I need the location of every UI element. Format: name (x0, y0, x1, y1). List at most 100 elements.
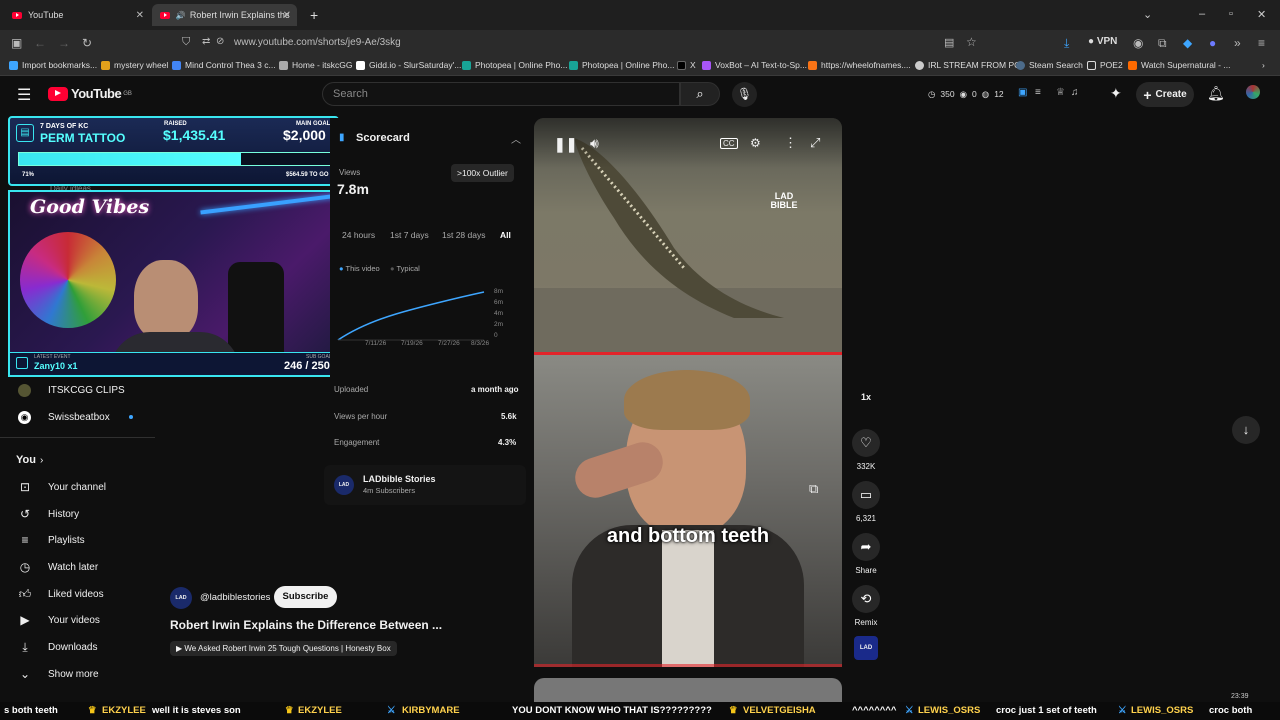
bookmark-star-icon[interactable]: ☆ (966, 35, 977, 49)
new-tab-button[interactable]: + (302, 4, 322, 26)
minimize-icon[interactable]: – (1199, 8, 1205, 20)
shield-icon[interactable]: ⛉ (182, 36, 190, 49)
settings-gear-icon[interactable]: ⚙ (750, 136, 761, 150)
extension-list-icon[interactable]: ≡ (1035, 87, 1041, 98)
close-tab-icon[interactable]: ✕ (136, 10, 144, 21)
channel-avatar (18, 383, 31, 397)
bookmark-item[interactable]: Photopea | Online Pho... (569, 60, 674, 70)
channel-thumbnail-button[interactable]: LAD (852, 636, 880, 660)
reader-view-icon[interactable]: ▤ (944, 36, 954, 49)
avatar[interactable] (1246, 85, 1260, 99)
sidebar-item-your-channel[interactable]: ⊡ Your channel (0, 474, 155, 500)
bookmark-item[interactable]: Photopea | Online Pho... (462, 60, 567, 70)
sidebar-item-liked-videos[interactable]: 👍︎ Liked videos (0, 581, 155, 607)
short-video-robert-frame[interactable]: and bottom teeth ⧉ (534, 355, 842, 667)
forward-icon[interactable]: → (58, 36, 70, 50)
sidebar-item-watch-later[interactable]: ◷ Watch later (0, 554, 155, 580)
close-window-icon[interactable]: ✕ (1257, 8, 1266, 21)
bookmark-item[interactable]: Home - itskcGG (279, 60, 352, 70)
bell-small-icon[interactable]: ♫ (1071, 87, 1079, 98)
collapse-icon[interactable]: ︿ (511, 131, 521, 146)
youtube-logo[interactable]: YouTube GB (48, 86, 132, 101)
account-icon[interactable]: ◉ (1133, 36, 1143, 50)
range-tab-7d[interactable]: 1st 7 days (390, 230, 429, 240)
fullscreen-icon[interactable]: ⤢ (810, 135, 820, 151)
channel-card[interactable] (324, 465, 526, 505)
volume-icon[interactable]: 🔊︎ (590, 135, 599, 152)
bookmark-item[interactable]: Watch Supernatural - ... (1128, 60, 1230, 70)
tab-list-icon[interactable]: ⌄ (1143, 8, 1152, 21)
sidebar-item-downloads[interactable]: ⤓ Downloads (0, 634, 155, 660)
related-video-chip[interactable]: ▶ We Asked Robert Irwin 25 Tough Questio… (170, 641, 397, 656)
sidebar-toggle-icon[interactable]: ▣ (11, 36, 22, 50)
sparkle-icon[interactable]: ✦ (1110, 85, 1122, 102)
range-tab-24h[interactable]: 24 hours (342, 230, 375, 240)
back-icon[interactable]: ← (34, 36, 46, 50)
range-tab-all[interactable]: All (500, 230, 511, 240)
next-short-preview[interactable] (534, 678, 842, 702)
bookmark-item[interactable]: Gidd.io - SlurSaturday'... (356, 60, 461, 70)
share-button[interactable]: ➦ Share (852, 533, 880, 575)
bookmark-item[interactable]: mystery wheel (101, 60, 168, 70)
subscribe-button[interactable]: Subscribe (274, 586, 337, 608)
more-bookmarks-icon[interactable]: › (1262, 60, 1265, 70)
bookmark-item[interactable]: POE2 (1087, 60, 1123, 70)
tab-youtube[interactable]: YouTube ✕ (4, 4, 150, 26)
channel-handle[interactable]: @ladbiblestories (200, 592, 270, 603)
search-button[interactable]: ⌕ (680, 82, 720, 106)
range-tab-28d[interactable]: 1st 28 days (442, 230, 485, 240)
pause-icon[interactable]: ❚❚ (554, 136, 577, 153)
create-button[interactable]: + Create (1136, 82, 1194, 107)
sidebar-item-playlists[interactable]: ≡ Playlists (0, 527, 155, 553)
bookmark-item[interactable]: IRL STREAM FROM PC (915, 60, 1020, 70)
bookmark-item[interactable]: VoxBot – AI Text-to-Sp... (702, 60, 807, 70)
site-settings-icon[interactable]: ⇄ (202, 36, 210, 47)
picture-in-picture-icon[interactable]: ⧉ (809, 481, 818, 497)
bookmark-label: Home - itskcGG (292, 60, 353, 70)
sidebar-item-label: Liked videos (48, 588, 104, 600)
voice-search-button[interactable]: 🎙 (732, 82, 757, 107)
bookmark-item[interactable]: X (677, 60, 696, 70)
reload-icon[interactable]: ↻ (82, 36, 92, 50)
trophy-icon[interactable]: ♕ (1056, 87, 1065, 98)
browser-tab-strip: YouTube ✕ 🔊 Robert Irwin Explains the D … (0, 0, 1280, 30)
more-tools-icon[interactable]: » (1234, 36, 1241, 50)
extension-badge-icon[interactable]: ▣ (1018, 87, 1027, 98)
tab-robert-irwin[interactable]: 🔊 Robert Irwin Explains the D ✕ (152, 4, 297, 26)
comments-button[interactable]: ▭ 6,321 (852, 481, 880, 523)
tracking-icon[interactable]: ⊘ (216, 36, 224, 47)
sidebar-item-show-more[interactable]: ⌄ Show more (0, 661, 155, 687)
next-short-button[interactable]: ↓ (1232, 416, 1260, 444)
bookmark-item[interactable]: Import bookmarks... (9, 60, 97, 70)
like-button[interactable]: ♡ 332K (852, 429, 880, 471)
search-input[interactable]: Search (322, 82, 680, 106)
more-options-icon[interactable]: ⋮ (784, 135, 797, 151)
sidebar-item-swissbeatbox[interactable]: ◉ Swissbeatbox (0, 404, 155, 430)
short-video-croc-frame[interactable]: ❚❚ 🔊︎ CC ⚙ ⋮ ⤢ LAD BIBLE (534, 118, 842, 355)
sidebar-item-history[interactable]: ↺ History (0, 501, 155, 527)
bookmark-item[interactable]: https://wheelofnames.... (808, 60, 911, 70)
menu-icon[interactable]: ≡ (1258, 36, 1265, 50)
sidebar-item-itskcgg-clips[interactable]: ITSKCGG CLIPS (0, 377, 155, 403)
playback-speed-button[interactable]: 1x (852, 392, 880, 402)
bookmark-item[interactable]: Mind Control Thea 3 c... (172, 60, 276, 70)
maximize-icon[interactable]: ▫ (1229, 8, 1233, 20)
address-bar[interactable]: ⛉ ⇄ ⊘ www.youtube.com/shorts/je9-Ae/3skg… (172, 33, 990, 53)
download-icon[interactable]: ⤓ (1064, 36, 1069, 51)
bookmark-item[interactable]: Steam Search (1016, 60, 1083, 70)
streamer-webcam: Good Vibes LATEST EVENT Zany10 x1 SUB GO… (8, 190, 339, 377)
vpn-button[interactable]: ● VPN (1088, 36, 1117, 47)
channel-avatar[interactable]: LAD (170, 587, 192, 609)
extension-icon[interactable]: ● (1209, 36, 1216, 50)
sidebar-item-your-videos[interactable]: ▶ Your videos (0, 607, 155, 633)
close-tab-icon[interactable]: ✕ (283, 10, 291, 21)
hamburger-menu-icon[interactable]: ☰ (17, 85, 31, 105)
extensions-icon[interactable]: ⧉ (1158, 36, 1167, 51)
sidebar-item-label: Show more (48, 668, 99, 680)
notifications-icon[interactable]: 🔔︎ (1207, 85, 1225, 102)
sidebar-you-header[interactable]: You › (0, 447, 155, 473)
extension-shield-icon[interactable]: ◆ (1183, 36, 1192, 50)
short-title[interactable]: Robert Irwin Explains the Difference Bet… (170, 618, 442, 632)
remix-button[interactable]: ⟲ Remix (852, 585, 880, 627)
captions-icon[interactable]: CC (720, 138, 738, 149)
